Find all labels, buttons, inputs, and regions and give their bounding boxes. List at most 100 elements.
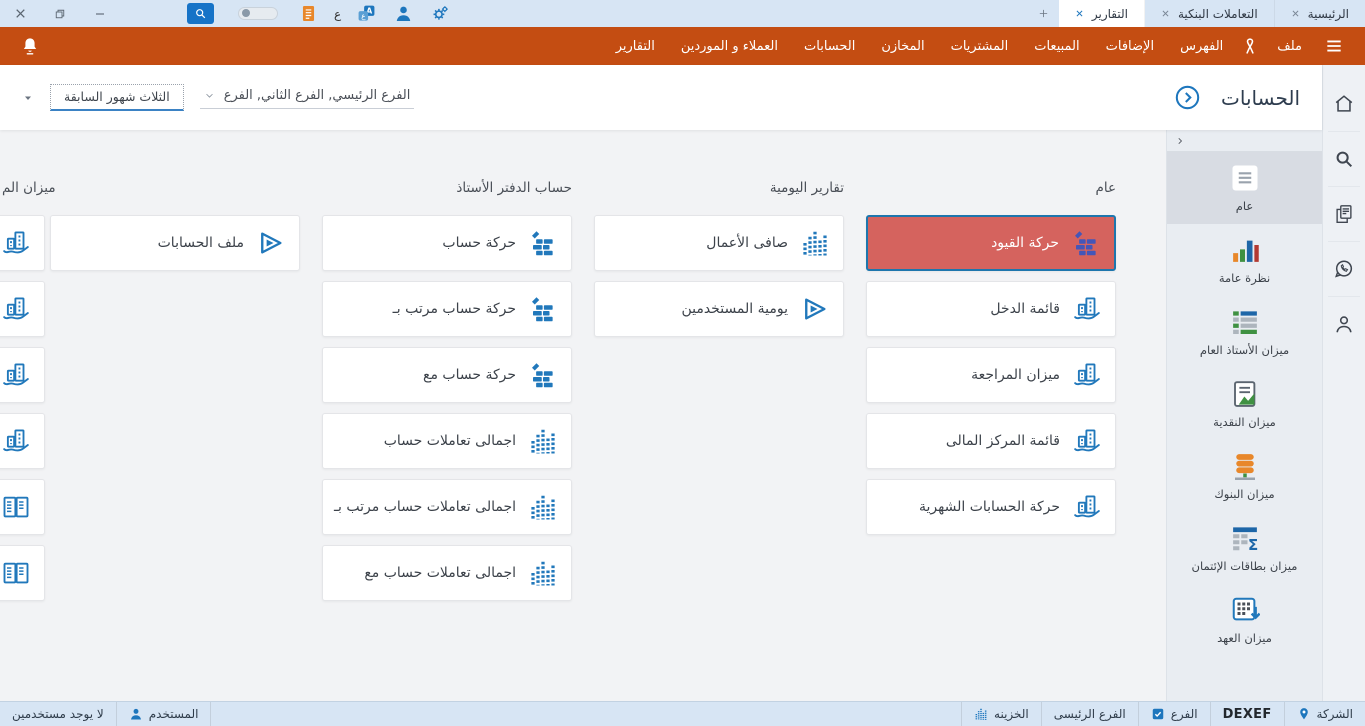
close-icon[interactable] — [1075, 9, 1084, 18]
report-card-account-movement[interactable]: حركة حساب — [322, 215, 572, 271]
chevron-down-icon — [204, 90, 215, 101]
tab-home[interactable]: الرئيسية — [1275, 0, 1365, 27]
period-filter-value: الثلاث شهور السابقة — [64, 89, 170, 104]
menu-item-sales[interactable]: المبيعات — [1021, 39, 1092, 54]
menu-item-purchases[interactable]: المشتريات — [938, 39, 1022, 54]
statusbar-branch[interactable]: الفرع — [1137, 702, 1210, 726]
report-card-account-totals[interactable]: اجمالى تعاملات حساب — [322, 413, 572, 469]
statusbar-user[interactable]: المستخدم — [115, 702, 212, 726]
search-button[interactable] — [187, 3, 214, 24]
sidebar-item-custody-balance[interactable]: ميزان العهد — [1167, 584, 1322, 656]
branch-filter-dropdown[interactable]: الفرع الرئيسي, الفرع الثاني, الفرع — [199, 86, 415, 109]
statusbar-treasury[interactable]: الخزينه — [961, 702, 1041, 726]
translate-button[interactable] — [348, 0, 385, 27]
statusbar-company-name: DEXEF — [1209, 702, 1284, 726]
report-card-income-statement[interactable]: قائمة الدخل — [866, 281, 1116, 337]
report-card-clipped[interactable] — [0, 215, 45, 271]
company-label: الشركة — [1316, 707, 1353, 721]
report-card-account-movement-with[interactable]: حركة حساب مع — [322, 347, 572, 403]
person-outline-icon — [1333, 313, 1355, 335]
report-card-clipped[interactable] — [0, 347, 45, 403]
document-icon — [1230, 163, 1260, 193]
sidebar-collapse-row[interactable] — [1167, 130, 1322, 152]
report-card-label: حركة حساب مرتب بـ — [392, 301, 516, 317]
gear-icon — [431, 4, 450, 23]
search-rail-button[interactable] — [1328, 132, 1360, 187]
sidebar-item-label: ميزان النقدية — [1213, 414, 1276, 429]
circle-arrow-icon[interactable] — [1174, 84, 1201, 111]
cash-report-icon — [1230, 379, 1260, 409]
documents-button[interactable] — [1328, 187, 1360, 242]
notifications-button[interactable] — [12, 36, 48, 56]
report-card-trial-balance[interactable]: ميزان المراجعة — [866, 347, 1116, 403]
report-card-financial-position[interactable]: قائمة المركز المالى — [866, 413, 1116, 469]
column-clipped — [0, 215, 45, 611]
new-tab-button[interactable] — [1029, 0, 1059, 27]
ribbon-icon[interactable] — [1236, 37, 1264, 55]
restore-button[interactable] — [40, 0, 80, 27]
statusbar-branch-name[interactable]: الفرع الرئيسى — [1040, 702, 1138, 726]
settings-button[interactable] — [422, 0, 459, 27]
user-button[interactable] — [385, 0, 422, 27]
home-button[interactable] — [1328, 77, 1360, 132]
report-card-entries-movement[interactable]: حركة القيود — [866, 215, 1116, 271]
contacts-button[interactable] — [1328, 297, 1360, 351]
close-icon[interactable] — [1291, 9, 1300, 18]
buildings-icon — [1, 294, 31, 324]
menu-item-file[interactable]: ملف — [1264, 39, 1315, 54]
menu-item-accounts[interactable]: الحسابات — [791, 39, 868, 54]
report-card-account-movement-sorted[interactable]: حركة حساب مرتب بـ — [322, 281, 572, 337]
search-icon — [194, 7, 207, 20]
tab-banking[interactable]: التعاملات البنكية — [1145, 0, 1275, 27]
report-card-clipped[interactable] — [0, 281, 45, 337]
period-filter-dropdown[interactable]: الثلاث شهور السابقة — [50, 84, 184, 111]
section-header: عام — [1095, 180, 1116, 196]
minimize-icon — [94, 8, 106, 20]
menu-item-addons[interactable]: الإضافات — [1093, 39, 1167, 54]
statusbar-spacer — [211, 702, 961, 726]
period-caret-button[interactable] — [22, 92, 34, 104]
sidebar-item-banks-balance[interactable]: ميزان البنوك — [1167, 440, 1322, 512]
report-card-users-journal[interactable]: يومية المستخدمين — [594, 281, 844, 337]
sidebar-item-general-ledger-balance[interactable]: ميزان الأستاذ العام — [1167, 296, 1322, 368]
menu-item-clients-suppliers[interactable]: العملاء و الموردين — [668, 39, 791, 54]
menu-button[interactable] — [1315, 36, 1353, 56]
report-card-account-totals-sorted[interactable]: اجمالى تعاملات حساب مرتب بـ — [322, 479, 572, 535]
tab-reports[interactable]: التقارير — [1058, 0, 1145, 27]
sidebar-item-overview[interactable]: نظرة عامة — [1167, 224, 1322, 296]
report-card-clipped[interactable] — [0, 545, 45, 601]
close-icon[interactable] — [1161, 9, 1170, 18]
menu-item-warehouses[interactable]: المخازن — [868, 39, 937, 54]
menu-item-index[interactable]: الفهرس — [1167, 39, 1236, 54]
report-card-accounts-file[interactable]: ملف الحسابات — [50, 215, 300, 271]
column-general: عام حركة القيود قائمة الدخل ميزان المراج… — [866, 180, 1116, 545]
bricks-pen-icon — [528, 294, 558, 324]
statusbar-company[interactable]: الشركة — [1283, 702, 1365, 726]
report-card-account-totals-with[interactable]: اجمالى تعاملات حساب مع — [322, 545, 572, 601]
minimize-button[interactable] — [80, 0, 120, 27]
sidebar-item-cash-balance[interactable]: ميزان النقدية — [1167, 368, 1322, 440]
bricks-pen-icon — [528, 360, 558, 390]
equalizer-icon — [528, 426, 558, 456]
buildings-icon — [1, 228, 31, 258]
person-icon — [394, 4, 413, 23]
menu-item-reports[interactable]: التقارير — [603, 39, 668, 54]
sidebar-item-general[interactable]: عام — [1167, 152, 1322, 224]
theme-toggle[interactable] — [238, 7, 278, 20]
report-card-monthly-accounts[interactable]: حركة الحسابات الشهرية — [866, 479, 1116, 535]
close-window-button[interactable] — [0, 0, 40, 27]
report-card-clipped[interactable] — [0, 413, 45, 469]
report-card-label: صافى الأعمال — [706, 235, 788, 251]
table-sigma-icon — [1230, 523, 1260, 553]
notes-button[interactable] — [290, 0, 327, 27]
whatsapp-icon — [1333, 258, 1355, 280]
report-card-clipped[interactable] — [0, 479, 45, 535]
section-header — [50, 180, 300, 199]
column-daily-reports: تقارير اليومية صافى الأعمال يومية المستخ… — [594, 180, 844, 347]
sidebar-item-credit-cards-balance[interactable]: ميزان بطاقات الإئتمان — [1167, 512, 1322, 584]
language-indicator[interactable]: ع — [327, 7, 348, 21]
plus-icon — [1038, 8, 1049, 19]
whatsapp-button[interactable] — [1328, 242, 1360, 297]
report-card-net-business[interactable]: صافى الأعمال — [594, 215, 844, 271]
chevron-right-icon — [1175, 136, 1185, 146]
